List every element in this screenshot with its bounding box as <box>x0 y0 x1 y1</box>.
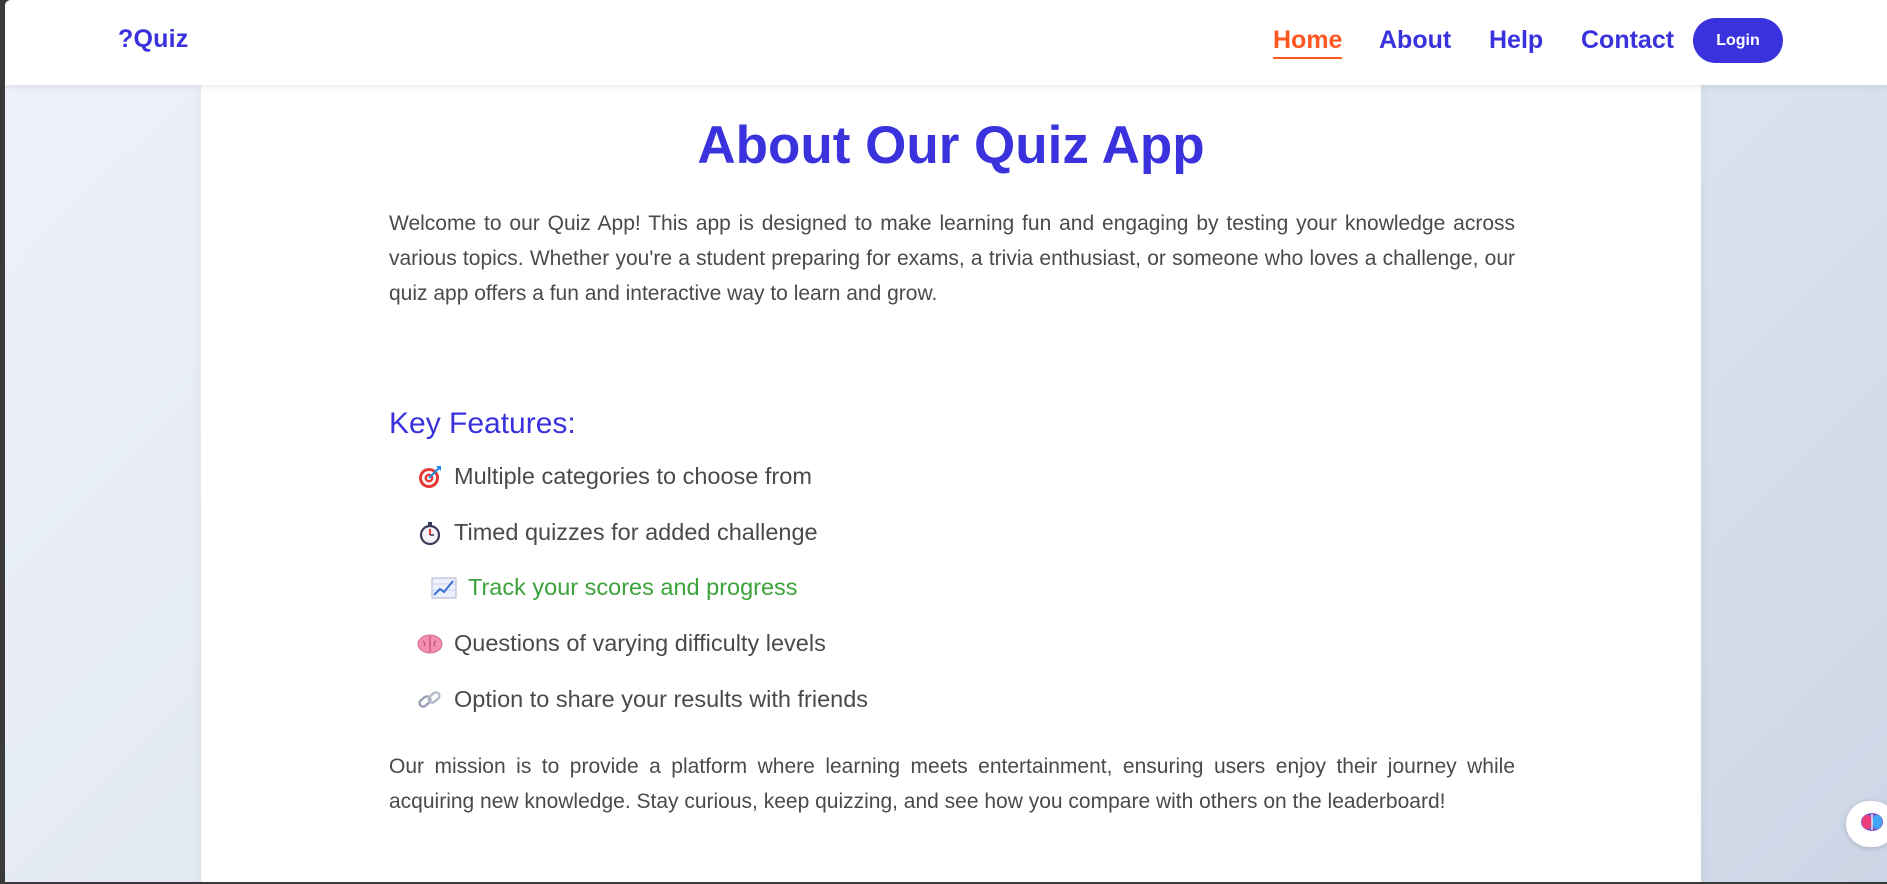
feature-item: Multiple categories to choose from <box>417 463 812 490</box>
nav-link-about[interactable]: About <box>1379 25 1451 55</box>
nav-link-help[interactable]: Help <box>1489 25 1543 55</box>
nav-link-label: Home <box>1273 26 1343 54</box>
brain-icon <box>417 631 443 657</box>
active-underline <box>1273 57 1343 59</box>
feature-item: Option to share your results with friend… <box>417 686 868 713</box>
features-heading: Key Features: <box>389 407 576 440</box>
feature-text: Option to share your results with friend… <box>454 686 869 712</box>
target-icon <box>417 464 443 490</box>
feature-item: Questions of varying difficulty levels <box>417 630 826 657</box>
feature-text: Track your scores and progress <box>468 574 798 600</box>
browser-viewport: ?Quiz Home About Help Contact Login Abou… <box>5 0 1887 882</box>
nav-link-home[interactable]: Home <box>1273 25 1343 59</box>
page-title: About Our Quiz App <box>697 116 1205 175</box>
feature-text: Timed quizzes for added challenge <box>454 519 818 545</box>
login-button[interactable]: Login <box>1693 18 1783 63</box>
nav-link-contact[interactable]: Contact <box>1581 25 1674 55</box>
chart-increasing-icon <box>431 575 457 601</box>
intro-paragraph: Welcome to our Quiz App! This app is des… <box>389 212 1515 305</box>
about-card: About Our Quiz App Welcome to our Quiz A… <box>201 85 1701 882</box>
brain-icon <box>1859 810 1885 839</box>
mission-paragraph: Our mission is to provide a platform whe… <box>389 755 1515 813</box>
link-icon <box>417 687 443 713</box>
top-navbar: ?Quiz Home About Help Contact Login <box>5 0 1887 85</box>
feature-item[interactable]: Track your scores and progress <box>431 574 798 601</box>
brand-logo[interactable]: ?Quiz <box>118 25 188 54</box>
feature-text: Questions of varying difficulty levels <box>454 630 826 656</box>
floating-assistant-button[interactable] <box>1846 801 1887 847</box>
feature-text: Multiple categories to choose from <box>454 463 812 489</box>
stopwatch-icon <box>417 520 443 546</box>
feature-item: Timed quizzes for added challenge <box>417 519 818 546</box>
